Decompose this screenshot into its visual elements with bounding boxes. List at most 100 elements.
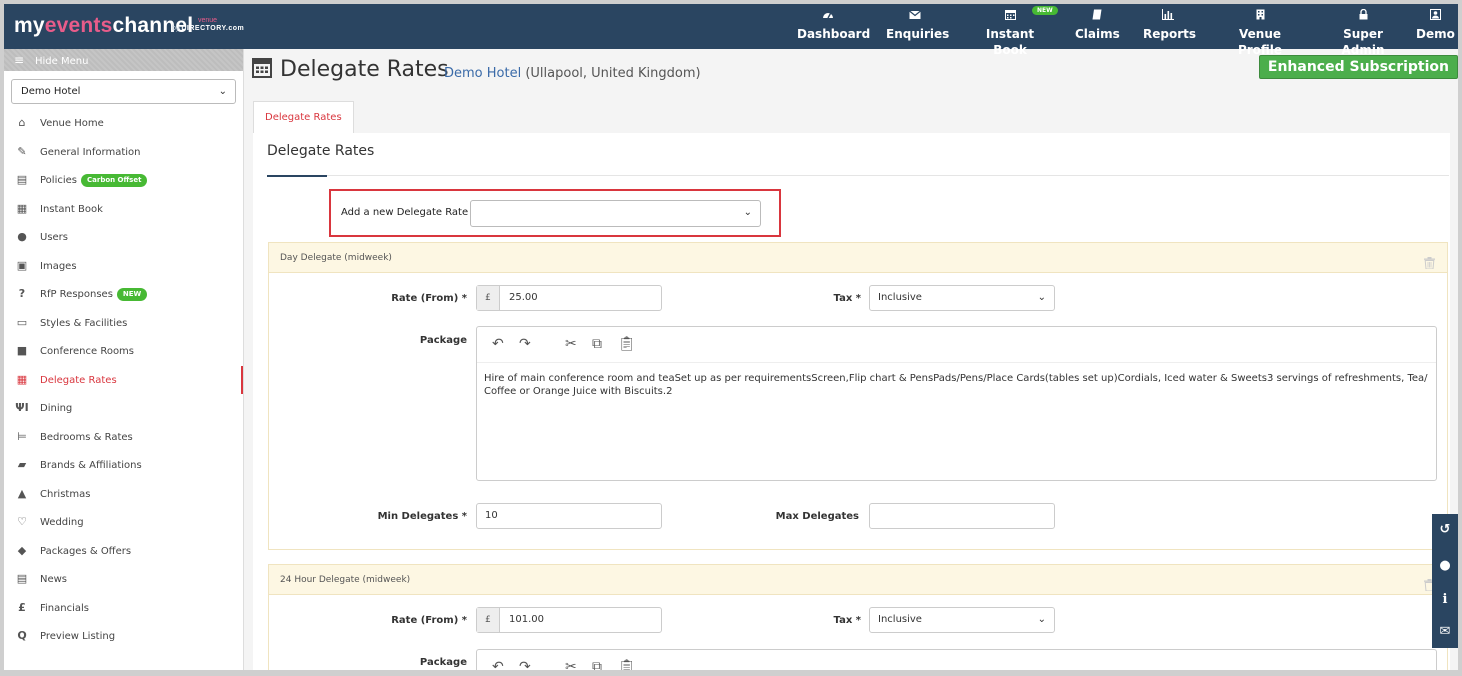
cut-icon[interactable]: ✂ bbox=[565, 336, 577, 352]
undo-icon[interactable]: ↶ bbox=[492, 336, 504, 352]
logo-by-word: by bbox=[172, 25, 180, 32]
copy-icon[interactable]: ⧉ bbox=[592, 336, 602, 352]
tax-value: Inclusive bbox=[878, 614, 922, 625]
venue-select[interactable]: Demo Hotel ⌄ bbox=[11, 79, 236, 104]
pound-icon: £ bbox=[18, 600, 26, 614]
sidebar-item-label: Christmas bbox=[40, 488, 91, 500]
nav-instant-book[interactable]: NEW Instant Book bbox=[972, 6, 1058, 57]
redo-icon[interactable]: ↷ bbox=[519, 659, 531, 670]
add-delegate-rate-select[interactable]: ⌄ bbox=[470, 200, 761, 227]
sidebar-item-label: Policies bbox=[40, 175, 77, 186]
sidebar: ≡ Hide Menu Demo Hotel ⌄ ⌂ Venue Home ✎ Gen… bbox=[4, 49, 244, 670]
cut-icon[interactable]: ✂ bbox=[565, 659, 577, 670]
sidebar-item-label: Images bbox=[40, 260, 77, 272]
sidebar-item-conference-rooms[interactable]: ■ Conference Rooms bbox=[4, 337, 243, 366]
tax-select[interactable]: Inclusive ⌄ bbox=[869, 285, 1055, 311]
nav-label: Demo bbox=[1416, 27, 1455, 41]
floating-action-strip: ↺ ● i ✉ bbox=[1432, 514, 1458, 648]
new-badge: NEW bbox=[1032, 6, 1058, 15]
label-text: Tax bbox=[833, 615, 853, 626]
sidebar-item-label: Wedding bbox=[40, 517, 84, 528]
book-icon: ▰ bbox=[17, 458, 27, 471]
tax-value: Inclusive bbox=[878, 292, 922, 303]
cutlery-icon: ΨΙ bbox=[15, 401, 29, 414]
rate-from-input[interactable]: £ 101.00 bbox=[476, 607, 662, 633]
sidebar-item-instant-book[interactable]: ▦ Instant Book bbox=[4, 195, 243, 224]
min-delegates-input[interactable]: 10 bbox=[476, 503, 662, 529]
logo-part: my bbox=[14, 14, 45, 37]
sidebar-item-images[interactable]: ▣ Images bbox=[4, 252, 243, 281]
label-text: Rate (From) bbox=[391, 615, 459, 626]
required-mark: * bbox=[855, 293, 861, 304]
sidebar-item-wedding[interactable]: ♡ Wedding bbox=[4, 508, 243, 537]
sidebar-item-bedrooms-rates[interactable]: ⊨ Bedrooms & Rates bbox=[4, 423, 243, 452]
rate-from-input[interactable]: £ 25.00 bbox=[476, 285, 662, 311]
nav-reports[interactable]: Reports bbox=[1143, 8, 1196, 46]
trash-icon[interactable] bbox=[1424, 250, 1435, 280]
app-window: myeventschannel venue by DIRECTORY.com D… bbox=[4, 4, 1458, 670]
nav-demo-user[interactable]: Demo bbox=[1416, 8, 1455, 46]
hide-menu-toggle[interactable]: ≡ Hide Menu bbox=[4, 49, 243, 71]
sidebar-item-dining[interactable]: ΨΙ Dining bbox=[4, 394, 243, 423]
enhanced-subscription-button[interactable]: Enhanced Subscription bbox=[1258, 55, 1458, 79]
logo-venue-word: venue bbox=[198, 17, 218, 24]
sidebar-item-policies[interactable]: ▤ Policies Carbon Offset bbox=[4, 166, 243, 195]
nav-dashboard[interactable]: Dashboard bbox=[797, 8, 870, 46]
sidebar-item-financials[interactable]: £ Financials bbox=[4, 594, 243, 623]
search-icon: Q bbox=[17, 629, 27, 642]
add-delegate-rate-label: Add a new Delegate Rate bbox=[341, 207, 469, 218]
paste-icon[interactable]: 📋︎ bbox=[618, 336, 636, 352]
sidebar-item-rfp-responses[interactable]: ? RfP Responses NEW bbox=[4, 280, 243, 309]
brand-logo[interactable]: myeventschannel bbox=[14, 14, 193, 38]
required-mark: * bbox=[461, 511, 467, 522]
copy-icon[interactable]: ⧉ bbox=[592, 659, 602, 670]
sidebar-item-label: Delegate Rates bbox=[40, 374, 117, 386]
venue-location: (Ullapool, United Kingdom) bbox=[525, 66, 701, 81]
nav-claims[interactable]: Claims bbox=[1075, 8, 1120, 46]
venue-name-link[interactable]: Demo Hotel bbox=[444, 66, 521, 81]
sidebar-item-styles-facilities[interactable]: ▭ Styles & Facilities bbox=[4, 309, 243, 338]
section-divider-accent bbox=[267, 175, 327, 177]
nav-venue-profile[interactable]: Venue Profile bbox=[1217, 8, 1303, 57]
home-icon: ⌂ bbox=[18, 116, 26, 129]
sidebar-item-label: General Information bbox=[40, 146, 141, 158]
calculator-icon: ▦ bbox=[16, 372, 28, 386]
info-icon[interactable]: i bbox=[1432, 592, 1458, 607]
package-text[interactable]: Hire of main conference room and teaSet … bbox=[477, 363, 1436, 407]
heart-icon: ♡ bbox=[17, 515, 27, 528]
tab-delegate-rates[interactable]: Delegate Rates bbox=[253, 101, 354, 133]
max-delegates-input[interactable] bbox=[869, 503, 1055, 529]
chat-icon[interactable]: ● bbox=[1432, 558, 1458, 573]
logo-by-venuedirectory: venue by DIRECTORY.com bbox=[172, 17, 244, 33]
sidebar-item-news[interactable]: ▤ News bbox=[4, 565, 243, 594]
sidebar-item-preview-listing[interactable]: Q Preview Listing bbox=[4, 622, 243, 651]
venue-select-value: Demo Hotel bbox=[21, 86, 81, 97]
sidebar-item-packages-offers[interactable]: ◆ Packages & Offers bbox=[4, 537, 243, 566]
package-label: Package bbox=[419, 335, 467, 346]
sidebar-item-christmas[interactable]: ▲ Christmas bbox=[4, 480, 243, 509]
editor-toolbar: ↶ ↷ ✂ ⧉ 📋︎ bbox=[477, 650, 1436, 670]
redo-icon[interactable]: ↷ bbox=[519, 336, 531, 352]
document-icon: ▤ bbox=[16, 173, 28, 186]
envelope-icon[interactable]: ✉ bbox=[1432, 624, 1458, 639]
nav-enquiries[interactable]: Enquiries bbox=[886, 8, 949, 46]
sidebar-item-general-information[interactable]: ✎ General Information bbox=[4, 138, 243, 167]
sidebar-item-venue-home[interactable]: ⌂ Venue Home bbox=[4, 109, 243, 138]
bed-icon: ⊨ bbox=[17, 429, 27, 443]
editor-toolbar: ↶ ↷ ✂ ⧉ 📋︎ bbox=[477, 327, 1436, 363]
sidebar-item-delegate-rates[interactable]: ▦ Delegate Rates bbox=[4, 365, 243, 394]
sidebar-item-users[interactable]: ● Users bbox=[4, 223, 243, 252]
package-label: Package bbox=[419, 657, 467, 668]
tax-select[interactable]: Inclusive ⌄ bbox=[869, 607, 1055, 633]
sidebar-item-label: Packages & Offers bbox=[40, 545, 132, 557]
monitor-icon: ▭ bbox=[16, 315, 28, 329]
paste-icon[interactable]: 📋︎ bbox=[618, 659, 636, 670]
rate-card-title: Day Delegate (midweek) bbox=[280, 253, 392, 263]
undo-icon[interactable]: ↶ bbox=[492, 659, 504, 670]
nav-super-admin[interactable]: Super Admin bbox=[1324, 8, 1402, 57]
sidebar-item-brands-affiliations[interactable]: ▰ Brands & Affiliations bbox=[4, 451, 243, 480]
lock-icon bbox=[1324, 8, 1402, 26]
history-icon[interactable]: ↺ bbox=[1432, 522, 1458, 537]
sidebar-item-label: Users bbox=[40, 232, 69, 243]
hamburger-icon: ≡ bbox=[14, 53, 25, 67]
